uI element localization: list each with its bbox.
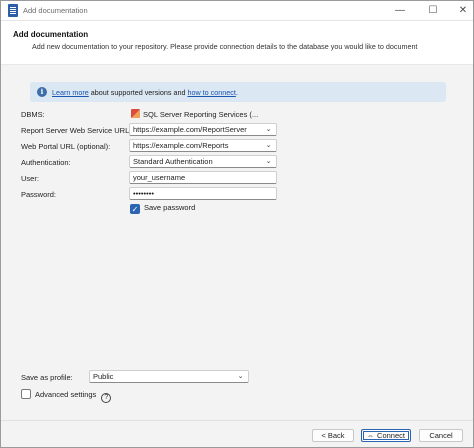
cancel-button[interactable]: Cancel — [419, 429, 463, 442]
password-value: •••••••• — [133, 189, 155, 198]
advanced-settings-label: Advanced settings — [35, 390, 97, 399]
save-password-label: Save password — [144, 203, 196, 212]
dbms-value-text: SQL Server Reporting Services (... — [143, 110, 259, 119]
profile-select[interactable]: Public ⌄ — [89, 370, 249, 383]
password-field[interactable]: •••••••• — [129, 187, 277, 200]
user-field[interactable]: your_username — [129, 171, 277, 184]
password-label: Password: — [21, 190, 57, 199]
user-label: User: — [21, 174, 39, 183]
connect-button[interactable]: ⇔ Connect — [361, 429, 411, 442]
user-value: your_username — [133, 173, 186, 182]
profile-value: Public — [93, 372, 114, 381]
web-portal-url-combobox[interactable]: https://example.com/Reports ⌄ — [129, 139, 277, 152]
title-bar: Add documentation — ☐ ✕ — [1, 1, 473, 21]
web-portal-url-value: https://example.com/Reports — [133, 141, 229, 150]
window-title: Add documentation — [23, 6, 88, 15]
form-content: i Learn more about supported versions an… — [1, 66, 473, 420]
info-text-end: . — [235, 88, 238, 97]
maximize-icon[interactable]: ☐ — [426, 4, 440, 18]
dbms-label: DBMS: — [21, 110, 45, 119]
page-description: Add new documentation to your repository… — [32, 42, 418, 51]
connect-button-label: Connect — [377, 431, 405, 440]
page-title: Add documentation — [13, 30, 89, 39]
info-text-mid: about supported versions and — [88, 88, 188, 97]
authentication-label: Authentication: — [21, 158, 71, 167]
save-as-profile-label: Save as profile: — [21, 373, 73, 382]
chevron-down-icon[interactable]: ⌄ — [236, 371, 245, 382]
dialog-footer: < Back ⇔ Connect Cancel — [1, 420, 473, 447]
authentication-select[interactable]: Standard Authentication ⌄ — [129, 155, 277, 168]
dialog-header: Add documentation Add new documentation … — [1, 21, 473, 65]
report-server-label: Report Server Web Service URL: — [21, 126, 132, 135]
learn-more-link[interactable]: Learn more — [52, 88, 89, 97]
minimize-icon[interactable]: — — [393, 4, 407, 18]
authentication-value: Standard Authentication — [133, 157, 213, 166]
chevron-down-icon[interactable]: ⌄ — [264, 140, 273, 151]
advanced-settings-checkbox[interactable] — [21, 389, 31, 399]
connect-icon: ⇔ — [367, 433, 375, 440]
how-to-connect-link[interactable]: how to connect — [187, 88, 235, 97]
report-server-url-value: https://example.com/ReportServer — [133, 125, 247, 134]
ssrs-icon — [131, 109, 140, 118]
add-documentation-window: Add documentation — ☐ ✕ Add documentatio… — [0, 0, 474, 448]
help-icon[interactable]: ? — [101, 393, 112, 403]
document-icon — [8, 4, 18, 17]
info-icon: i — [37, 87, 47, 97]
info-text: Learn more about supported versions and … — [52, 88, 238, 97]
close-icon[interactable]: ✕ — [456, 4, 470, 18]
chevron-down-icon[interactable]: ⌄ — [264, 124, 273, 135]
save-password-row[interactable]: ✓ Save password — [130, 203, 195, 214]
web-portal-label: Web Portal URL (optional): — [21, 142, 111, 151]
report-server-url-combobox[interactable]: https://example.com/ReportServer ⌄ — [129, 123, 277, 136]
info-banner: i Learn more about supported versions an… — [30, 82, 446, 102]
advanced-settings-row[interactable]: Advanced settings? — [21, 389, 112, 403]
dbms-value: SQL Server Reporting Services (... — [131, 109, 258, 119]
save-password-checkbox[interactable]: ✓ — [130, 204, 140, 214]
back-button[interactable]: < Back — [312, 429, 354, 442]
chevron-down-icon[interactable]: ⌄ — [264, 156, 273, 167]
